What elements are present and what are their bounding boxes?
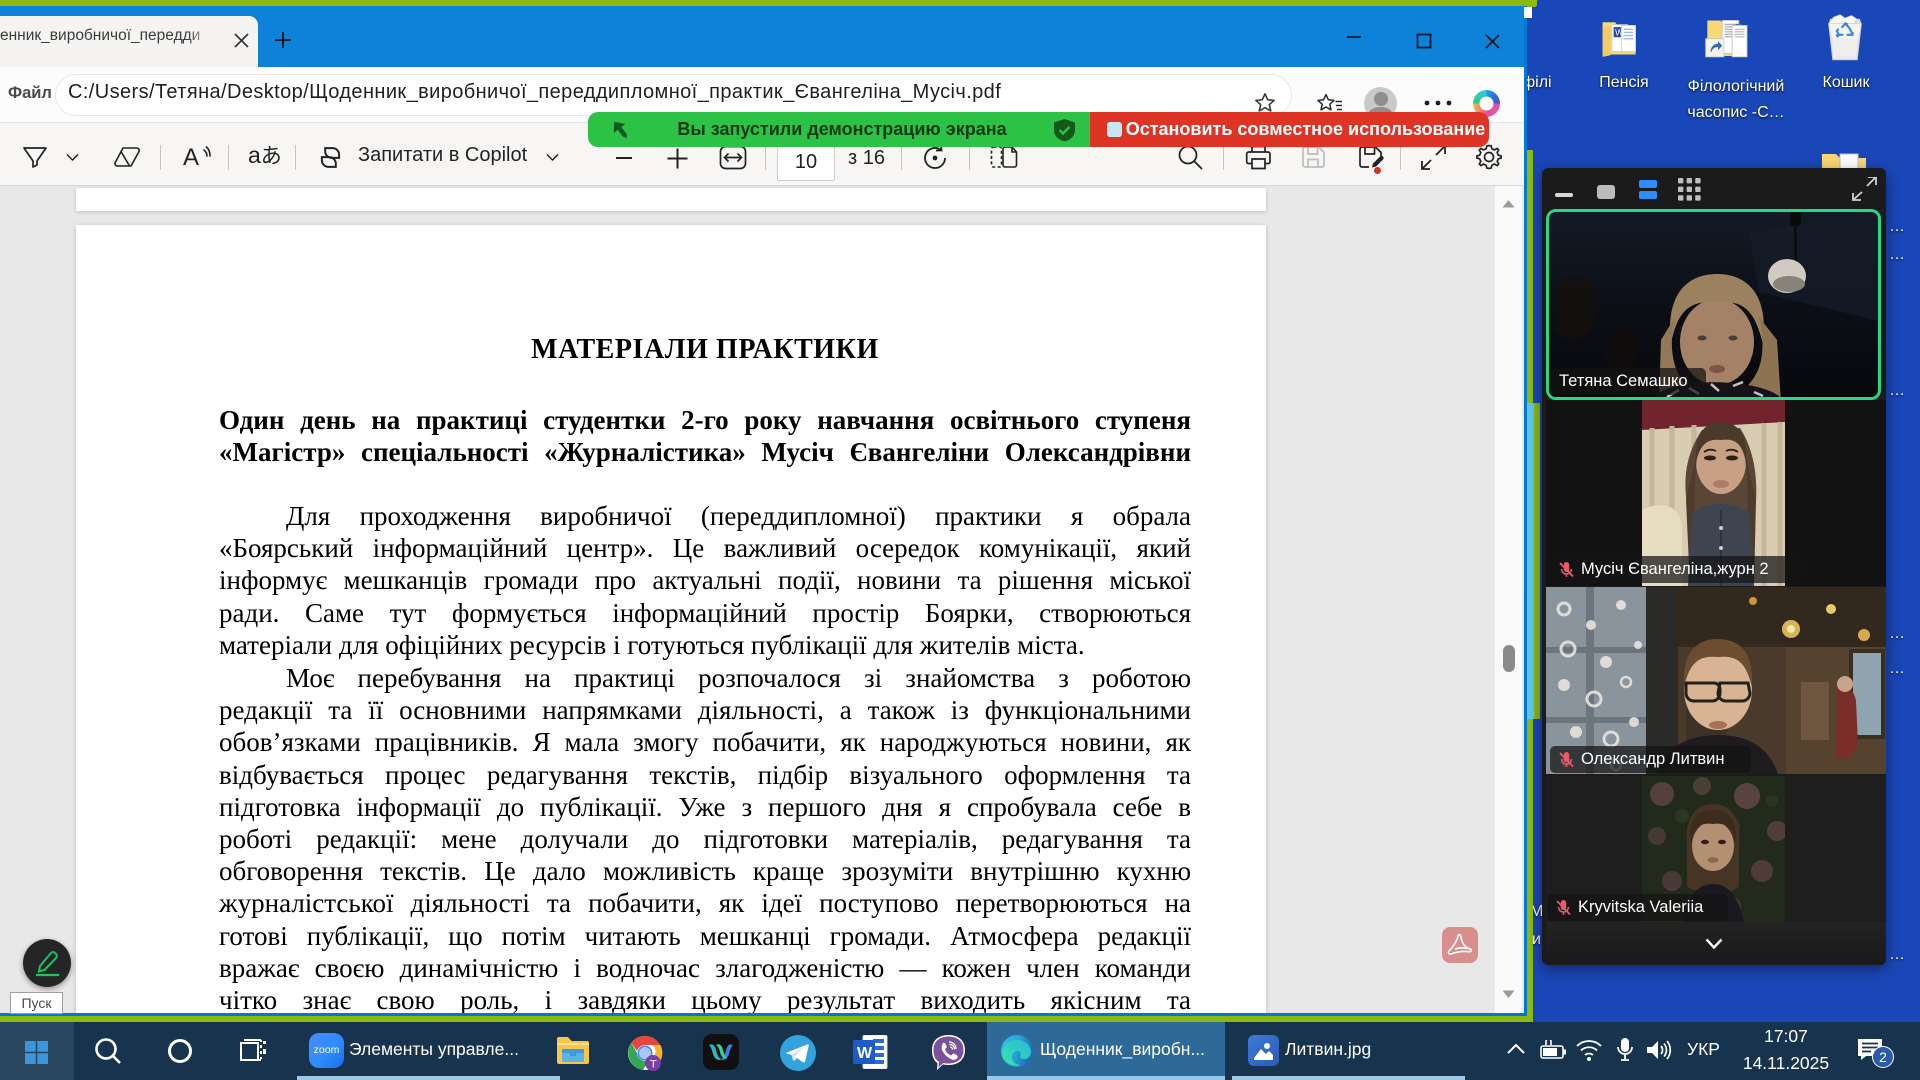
svg-text:A: A [183,144,199,171]
svg-text:W: W [857,1045,873,1062]
svg-text:T: T [650,1059,657,1071]
